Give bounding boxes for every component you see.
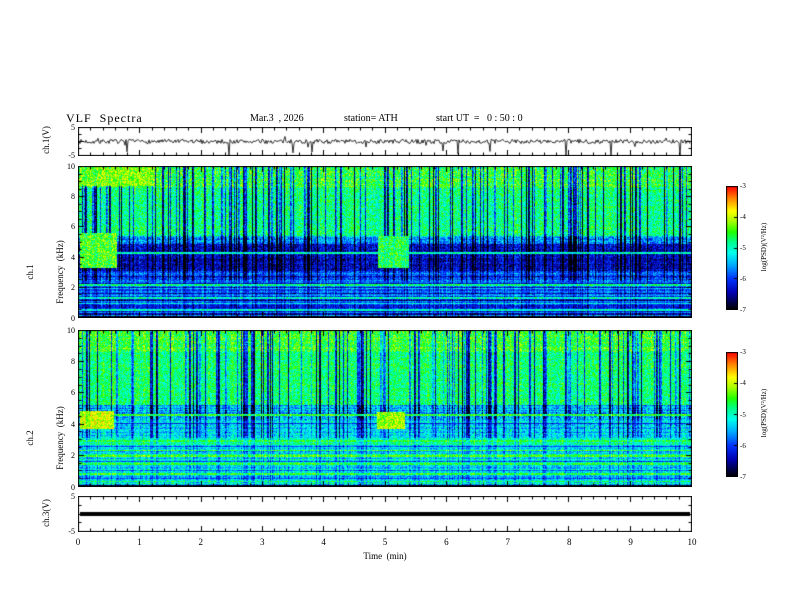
spec2-ytick-label: 0	[71, 482, 75, 492]
spec1-ytick-label: 4	[71, 252, 75, 262]
ch3-ytick-label: -5	[68, 527, 75, 536]
ch1-spec-ylabel-line2: Frequency (kHz)	[55, 240, 65, 304]
ch1-wave-ytick-label: -5	[68, 151, 75, 160]
x-axis-tick-label: 8	[566, 537, 572, 547]
colorbar-ch2-label: log(PSD)(V²/Hz)	[760, 388, 768, 438]
ch2-spec-ylabel-line1: ch.2	[25, 430, 35, 446]
x-axis-tick-label: 6	[444, 537, 449, 547]
x-axis-tick-label: 9	[628, 537, 633, 547]
cb1-tick-label: -3	[740, 182, 746, 190]
vlf-spectra-figure: VLF Spectra Mar.3 , 2026 station= ATH st…	[0, 0, 792, 612]
x-axis-tick-label: 0	[75, 537, 81, 547]
date-label: Mar.3 , 2026	[250, 113, 304, 124]
spec1-ytick-label: 6	[71, 222, 75, 232]
ch1-spec-ylabel-line1: ch.1	[25, 264, 35, 280]
x-axis-tick-label: 2	[198, 537, 204, 547]
ch2-spectrogram	[78, 330, 692, 487]
ch3-waveform-plot	[78, 496, 692, 532]
x-axis-tick-label: 3	[259, 537, 265, 547]
cb1-tick-label: -4	[740, 213, 746, 221]
ch1-spectrogram-ylabel: ch.1 Frequency (kHz)	[5, 197, 85, 347]
spec2-ytick-label: 4	[71, 419, 75, 429]
cb2-tick-label: -3	[740, 348, 746, 356]
spec1-ytick-label: 8	[71, 191, 75, 201]
spec2-ytick-label: 6	[71, 388, 75, 398]
x-axis-title: Time (min)	[363, 551, 407, 561]
spec2-ytick-label: 10	[67, 325, 75, 335]
spec1-ytick-label: 10	[67, 161, 75, 171]
x-axis-tick-label: 10	[687, 537, 697, 547]
ch3-ytick-label: 5	[71, 492, 75, 501]
ch1-waveform-plot	[78, 127, 692, 156]
ch1-waveform-ylabel: ch.1(V)	[41, 126, 51, 154]
colorbar-ch1-label: log(PSD)(V²/Hz)	[760, 222, 768, 272]
spec1-ytick-label: 0	[71, 313, 75, 323]
start-ut-label: start UT = 0 : 50 : 0	[436, 113, 523, 124]
x-axis-tick-label: 5	[382, 537, 388, 547]
x-axis-tick-label: 7	[505, 537, 511, 547]
spec1-ytick-label: 2	[71, 283, 75, 293]
spec2-ytick-label: 8	[71, 356, 75, 366]
cb1-tick-label: -5	[740, 244, 746, 252]
x-axis-tick-label: 1	[137, 537, 142, 547]
cb2-tick-label: -6	[740, 441, 746, 450]
ch1-spectrogram	[78, 166, 692, 318]
cb2-tick-label: -7	[740, 473, 746, 481]
cb1-tick-label: -6	[740, 275, 746, 283]
colorbar-ch1	[726, 186, 738, 310]
cb2-tick-label: -5	[740, 410, 746, 419]
cb2-tick-label: -4	[740, 379, 746, 388]
cb1-tick-label: -7	[740, 306, 746, 314]
spec2-ytick-label: 2	[71, 451, 75, 461]
x-axis-tick-label: 4	[321, 537, 326, 547]
ch3-ylabel: ch.3(V)	[41, 499, 51, 527]
figure-title: VLF Spectra	[66, 111, 143, 125]
ch1-wave-ytick-label: 5	[71, 123, 75, 132]
colorbar-ch2	[726, 352, 738, 477]
station-label: station= ATH	[344, 113, 398, 124]
